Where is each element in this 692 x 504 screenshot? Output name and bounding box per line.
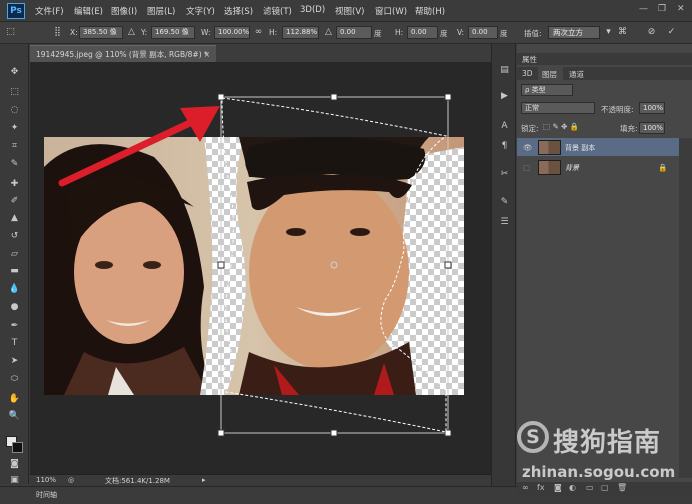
blend-mode-select[interactable]: 正常: [521, 102, 595, 114]
panel-dock: ▤ ▶ A ¶ ✂ ✎ ☰: [491, 44, 516, 486]
status-bar: 110% ◎ 文档:561.4K/1.28M ▸: [30, 474, 491, 486]
fill-label: 填充:: [620, 124, 638, 133]
paragraph-panel-icon[interactable]: ¶: [498, 140, 511, 153]
panel-scrollbar[interactable]: [679, 138, 692, 478]
transform-handle-left[interactable]: [217, 261, 225, 269]
sogou-logo-mark: S: [517, 421, 549, 453]
layer-thumbnail: [538, 160, 561, 175]
document-info: 文档:561.4K/1.28M: [105, 477, 170, 485]
tab-layers[interactable]: 图层: [542, 69, 557, 80]
transform-handle-bottom[interactable]: [330, 429, 338, 437]
layer-lock-icon: 🔒: [658, 163, 668, 172]
adjustments-panel-icon[interactable]: ☰: [498, 216, 511, 229]
opacity-field[interactable]: 100%: [639, 102, 665, 114]
panel-bottom-bar: ∞ fx ◙ ◐ ▭ ▢ 🗑: [517, 482, 692, 496]
history-panel-icon[interactable]: ▤: [498, 64, 511, 77]
opacity-label: 不透明度:: [601, 105, 634, 114]
transform-handle-right[interactable]: [444, 261, 452, 269]
actions-panel-icon[interactable]: ▶: [498, 90, 511, 103]
layer-filter-select[interactable]: ρ 类型: [521, 84, 573, 96]
fill-field[interactable]: 100%: [639, 122, 665, 134]
add-mask-icon[interactable]: ◙: [554, 483, 562, 492]
transform-handle-top-left[interactable]: [217, 93, 225, 101]
transform-handle-top[interactable]: [330, 93, 338, 101]
new-group-icon[interactable]: ▭: [586, 483, 594, 492]
status-info-icon[interactable]: ◎: [68, 476, 74, 484]
link-layers-icon[interactable]: ∞: [522, 483, 529, 492]
properties-tab[interactable]: 属性: [522, 54, 537, 65]
layer-row[interactable]: ▢ 背景 🔒: [517, 158, 679, 176]
watermark-title: 搜狗指南: [553, 428, 662, 458]
layer-row-selected[interactable]: 👁 背景 副本: [517, 138, 679, 156]
transform-handle-bottom-left[interactable]: [217, 429, 225, 437]
transform-bounding-box[interactable]: [220, 96, 449, 434]
timeline-label[interactable]: 时间轴: [36, 490, 57, 500]
selection-marching-ants: [221, 97, 448, 433]
transform-handle-top-right[interactable]: [444, 93, 452, 101]
watermark-url: zhinan.sogou.com: [522, 463, 676, 481]
new-layer-icon[interactable]: ▢: [601, 483, 609, 492]
layers-panel: 属性 3D 图层 通道 ρ 类型 正常 不透明度: 100% 锁定: ⬚ ✎ ✥…: [517, 44, 692, 496]
lock-icons[interactable]: ⬚ ✎ ✥ 🔒: [543, 122, 579, 131]
panel-tabs: 3D 图层 通道: [517, 67, 692, 80]
tab-channels[interactable]: 通道: [569, 69, 584, 80]
visibility-eye-icon[interactable]: 👁: [523, 143, 533, 152]
adjustment-layer-icon[interactable]: ◐: [569, 483, 576, 492]
layer-thumbnail: [538, 140, 561, 155]
annotation-arrow-line: [58, 117, 198, 187]
tab-3d[interactable]: 3D: [522, 69, 533, 78]
delete-layer-icon[interactable]: 🗑: [617, 483, 627, 492]
lock-label: 锁定:: [521, 124, 539, 133]
zoom-level[interactable]: 110%: [36, 476, 56, 484]
layer-style-icon[interactable]: fx: [537, 483, 545, 492]
transform-center-point[interactable]: [330, 261, 338, 269]
layer-name: 背景: [565, 164, 579, 172]
layer-name: 背景 副本: [565, 144, 596, 152]
properties-header: 属性: [517, 53, 692, 65]
status-expand-icon[interactable]: ▸: [202, 476, 206, 484]
brush-panel-icon[interactable]: ✎: [498, 196, 511, 209]
character-panel-icon[interactable]: A: [498, 120, 511, 133]
tool-presets-icon[interactable]: ✂: [498, 168, 511, 181]
visibility-toggle-empty[interactable]: ▢: [523, 163, 530, 172]
